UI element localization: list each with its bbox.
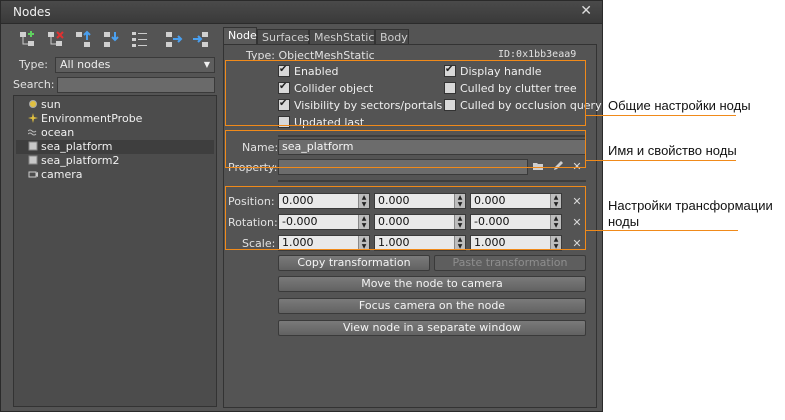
property-label: Property: [228,161,278,174]
spin-arrows-icon[interactable]: ▲ ▼ [358,236,369,250]
spin-arrows-icon[interactable]: ▲ ▼ [454,215,465,229]
spin-arrows-icon[interactable]: ▲ ▼ [358,194,369,208]
edit-icon[interactable] [552,160,564,172]
annotation-name: Имя и свойство ноды [608,143,737,158]
tab-node[interactable]: Node [223,27,257,45]
callout-line [586,115,736,116]
camera-icon [28,169,38,179]
scale-z-input[interactable]: 1.000 ▲ ▼ [470,235,562,251]
delete-node-icon[interactable] [45,29,67,51]
rotation-y-input[interactable]: 0.000 ▲ ▼ [374,214,466,230]
checkbox-box [444,99,456,111]
id-line: ID:0x1bb3eaa9 [498,49,577,60]
ocean-icon [27,127,38,137]
checkbox-box [278,63,290,77]
close-icon[interactable]: ✕ [580,3,592,19]
checkbox-box [278,80,290,94]
culled-clutter-checkbox[interactable]: Culled by clutter tree [444,82,577,96]
node-tree[interactable]: sun EnvironmentProbe ocean sea_platform … [13,95,217,407]
divider [278,180,586,182]
annotation-general: Общие настройки ноды [608,98,751,113]
search-input[interactable] [57,77,215,93]
rotation-x-input[interactable]: -0.000 ▲ ▼ [278,214,370,230]
collider-object-checkbox[interactable]: Collider object [278,80,373,96]
tree-item-ocean[interactable]: ocean [27,126,74,140]
property-field[interactable] [278,159,528,175]
scale-y-input[interactable]: 1.000 ▲ ▼ [374,235,466,251]
culled-occlusion-checkbox[interactable]: Culled by occlusion query [444,99,602,113]
tree-item-environmentprobe[interactable]: EnvironmentProbe [28,112,142,126]
rotation-z-input[interactable]: -0.000 ▲ ▼ [470,214,562,230]
tree-item-camera[interactable]: camera [28,168,83,182]
add-node-icon[interactable] [17,29,39,51]
enabled-checkbox[interactable]: Enabled [278,63,338,79]
left-panel: Type: All nodes ▼ Search: sun Environmen… [7,25,217,409]
type-select[interactable]: All nodes ▼ [55,57,215,73]
spin-arrows-icon[interactable]: ▲ ▼ [454,194,465,208]
checkbox-box [444,63,456,77]
spin-arrows-icon[interactable]: ▲ ▼ [550,194,561,208]
callout-line [586,160,736,161]
spin-arrows-icon[interactable]: ▲ ▼ [550,236,561,250]
move-down-icon[interactable] [101,29,123,51]
object-icon [28,155,38,165]
tree-item-sea-platform2[interactable]: sea_platform2 [28,154,119,168]
tab-meshstatic[interactable]: MeshStatic [309,29,375,45]
reset-scale-icon[interactable]: ✕ [571,238,583,250]
list-icon[interactable] [129,29,151,51]
move-up-icon[interactable] [73,29,95,51]
chevron-down-icon: ▼ [203,60,210,69]
focus-camera-button[interactable]: Focus camera on the node [278,298,586,314]
right-panel: Node Surfaces MeshStatic Body Type: Obje… [221,25,602,409]
move-to-camera-button[interactable]: Move the node to camera [278,276,586,292]
divider [278,135,586,137]
clear-property-icon[interactable]: ✕ [571,161,583,173]
search-label: Search: [13,78,55,91]
display-handle-checkbox[interactable]: Display handle [444,63,542,79]
checkbox-box [444,82,456,94]
object-icon [28,141,38,151]
visibility-sectors-checkbox[interactable]: Visibility by sectors/portals [278,97,442,113]
updated-last-checkbox[interactable]: Updated last [278,116,364,130]
rotation-label: Rotation: [228,216,278,229]
copy-transformation-button[interactable]: Copy transformation [278,255,430,271]
type-line: Type: ObjectMeshStatic [246,49,375,62]
position-z-input[interactable]: 0.000 ▲ ▼ [470,193,562,209]
sun-icon [28,99,38,109]
annotation-transform-line1: Настройки трансформации [608,198,773,213]
annotation-transform-line2: ноды [608,214,640,229]
checkbox-box [278,116,290,128]
probe-icon [28,113,38,123]
reset-position-icon[interactable]: ✕ [571,196,583,208]
import-node-icon[interactable] [189,29,211,51]
spin-arrows-icon[interactable]: ▲ ▼ [358,215,369,229]
node-tab-content: Type: ObjectMeshStatic ID:0x1bb3eaa9 Ena… [223,44,602,408]
spin-arrows-icon[interactable]: ▲ ▼ [550,215,561,229]
position-label: Position: [228,195,275,208]
export-node-icon[interactable] [163,29,185,51]
tab-body[interactable]: Body [375,29,409,45]
tab-surfaces[interactable]: Surfaces [257,29,310,45]
scale-x-input[interactable]: 1.000 ▲ ▼ [278,235,370,251]
reset-rotation-icon[interactable]: ✕ [571,217,583,229]
folder-icon[interactable] [532,160,544,172]
nodes-window: Nodes ✕ Type: All nodes ▼ Search: sun En… [0,0,603,412]
callout-line [586,230,738,231]
type-select-value: All nodes [60,58,111,71]
title-bar[interactable]: Nodes ✕ [1,1,602,24]
spin-arrows-icon[interactable]: ▲ ▼ [454,236,465,250]
view-separate-window-button[interactable]: View node in a separate window [278,320,586,336]
position-x-input[interactable]: 0.000 ▲ ▼ [278,193,370,209]
window-title: Nodes [13,5,51,19]
name-field[interactable]: sea_platform [278,139,586,155]
tree-item-sun[interactable]: sun [28,98,61,112]
tree-item-sea-platform[interactable]: sea_platform [16,140,214,154]
type-label: Type: [19,58,48,71]
checkbox-box [278,97,290,111]
name-label: Name: [242,141,279,154]
position-y-input[interactable]: 0.000 ▲ ▼ [374,193,466,209]
scale-label: Scale: [242,237,276,250]
paste-transformation-button[interactable]: Paste transformation [434,255,586,271]
